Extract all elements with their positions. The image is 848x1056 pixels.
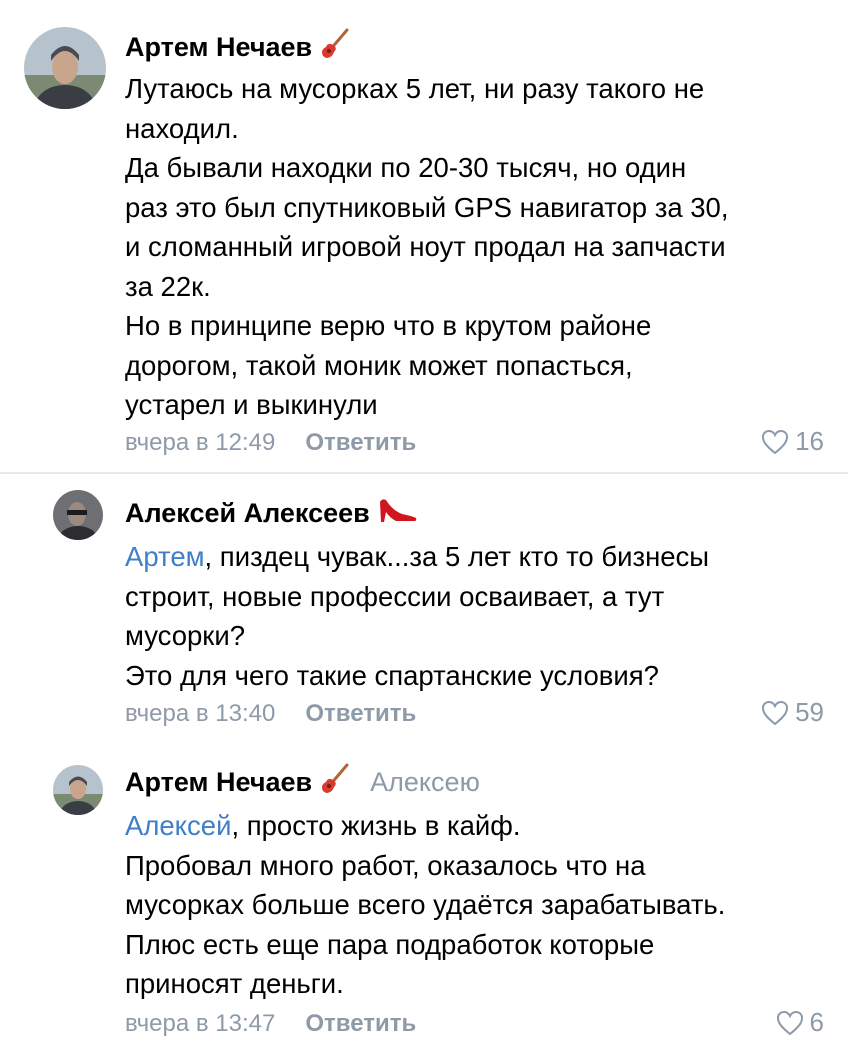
author-name[interactable]: Артем Нечаев <box>125 767 312 798</box>
avatar[interactable] <box>24 27 106 109</box>
like-button[interactable]: 16 <box>761 426 824 457</box>
comment-author[interactable]: Артем Нечаев <box>125 28 350 67</box>
comment-text: Лутаюсь на мусорках 5 лет, ни разу таког… <box>125 73 729 420</box>
comment-time: вчера в 13:40 <box>125 700 276 727</box>
comment-author[interactable]: Артем Нечаев Алексею <box>125 763 480 802</box>
reply-button[interactable]: Ответить <box>305 429 416 457</box>
comment-author[interactable]: Алексей Алексеев <box>125 496 418 531</box>
comment-text: Артем, пиздец чувак...за 5 лет кто то би… <box>125 541 710 691</box>
mention-link[interactable]: Алексей <box>125 810 231 841</box>
reply-button[interactable]: Ответить <box>305 1010 416 1038</box>
heart-icon <box>762 700 789 725</box>
avatar[interactable] <box>53 765 103 815</box>
reply-to-link[interactable]: Алексею <box>370 767 480 798</box>
author-name[interactable]: Алексей Алексеев <box>125 498 370 529</box>
author-name[interactable]: Артем Нечаев <box>125 32 312 63</box>
heart-icon <box>762 429 789 454</box>
like-button[interactable]: 6 <box>776 1007 824 1038</box>
reply-button[interactable]: Ответить <box>305 700 416 728</box>
comment-meta: вчера в 12:49 Ответить <box>125 429 825 457</box>
like-count: 16 <box>795 426 824 456</box>
like-count: 6 <box>809 1007 824 1037</box>
comment-meta: вчера в 13:40 Ответить <box>125 700 825 728</box>
like-count: 59 <box>795 697 824 727</box>
comment-text: Алексей, просто жизнь в кайф. Пробовал м… <box>125 810 726 999</box>
comment-time: вчера в 12:49 <box>125 429 276 456</box>
comment-time: вчера в 13:47 <box>125 1010 276 1037</box>
comment-meta: вчера в 13:47 Ответить <box>125 1010 825 1038</box>
like-button[interactable]: 59 <box>761 697 824 728</box>
avatar[interactable] <box>53 490 103 540</box>
high-heel-icon <box>378 496 418 531</box>
mention-link[interactable]: Артем <box>125 541 205 572</box>
guitar-icon <box>320 28 350 67</box>
heart-icon <box>776 1010 803 1035</box>
divider <box>0 472 848 474</box>
guitar-icon <box>320 763 350 802</box>
